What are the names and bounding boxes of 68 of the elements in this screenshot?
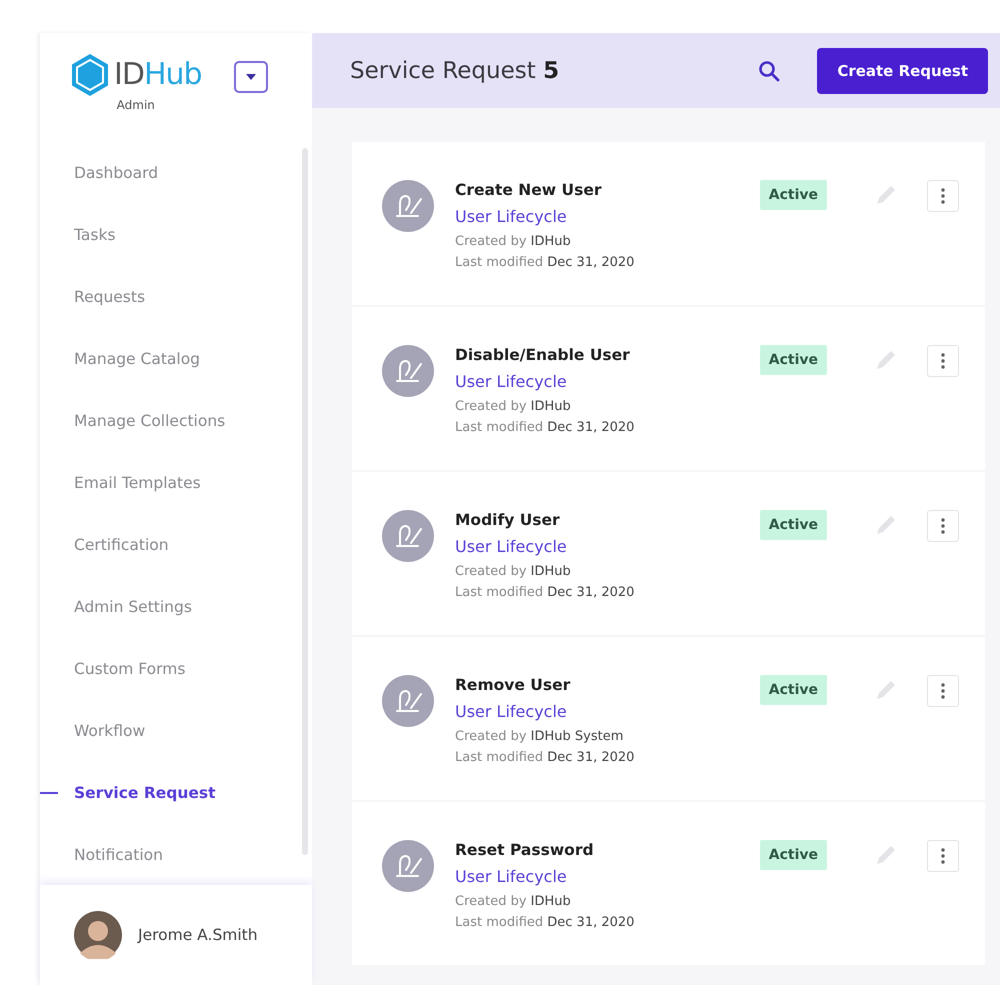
last-modified-text: Last modified Dec 31, 2020 [455,750,636,765]
logo-wordmark: IDHub [114,60,202,90]
status-badge: Active [760,180,827,210]
dropdown-button[interactable] [234,61,268,93]
sidebar-item[interactable]: Email Templates [40,452,312,514]
status-badge: Active [760,510,827,540]
sidebar-item[interactable]: Manage Collections [40,390,312,452]
page-title: Service Request 5 [350,58,560,84]
category-link[interactable]: User Lifecycle [455,537,760,556]
request-card[interactable]: Create New User User Lifecycle Created by IDHub Last modified Dec 31, 2020 Active [352,142,985,305]
sidebar-item[interactable]: Dashboard [40,142,312,204]
kebab-icon [941,353,945,369]
more-button[interactable] [927,675,959,707]
sidebar-item[interactable]: Service Request [40,762,312,824]
request-title: Disable/Enable User [455,346,631,364]
avatar-icon [74,911,122,959]
created-by-text: Created by IDHub [455,894,572,909]
sidebar-item[interactable]: Workflow [40,700,312,762]
request-card[interactable]: Modify User User Lifecycle Created by IDHub Last modified Dec 31, 2020 Active [352,472,985,635]
kebab-icon [941,518,945,534]
scrollbar[interactable] [302,148,308,855]
created-by-text: Created by IDHub [455,399,572,414]
status-badge: Active [760,345,827,375]
more-button[interactable] [927,180,959,212]
last-modified-text: Last modified Dec 31, 2020 [455,255,636,270]
request-title: Reset Password [455,841,595,859]
created-by-text: Created by IDHub [455,234,572,249]
category-link[interactable]: User Lifecycle [455,702,760,721]
request-card[interactable]: Disable/Enable User User Lifecycle Created by IDHub Last modified Dec 31, 2020 Active [352,307,985,470]
search-icon[interactable] [757,58,782,82]
sidebar-item[interactable]: Admin Settings [40,576,312,638]
user-sign-icon [382,840,434,892]
sidebar-item[interactable]: Custom Forms [40,638,312,700]
last-modified-text: Last modified Dec 31, 2020 [455,585,636,600]
sidebar-item[interactable]: Tasks [40,204,312,266]
more-button[interactable] [927,345,959,377]
created-by-text: Created by IDHub System [455,729,624,744]
request-card[interactable]: Reset Password User Lifecycle Created by IDHub Last modified Dec 31, 2020 Active [352,802,985,965]
last-modified-text: Last modified Dec 31, 2020 [455,915,636,930]
status-badge: Active [760,675,827,705]
request-title: Modify User [455,511,561,529]
kebab-icon [941,683,945,699]
create-request-button[interactable]: Create Request [817,48,988,94]
category-link[interactable]: User Lifecycle [455,867,760,886]
request-title: Remove User [455,676,572,694]
last-modified-text: Last modified Dec 31, 2020 [455,420,636,435]
hexagon-logo-icon [70,53,110,97]
user-sign-icon [382,675,434,727]
user-sign-icon [382,510,434,562]
caret-icon [246,74,256,80]
status-badge: Active [760,840,827,870]
request-title: Create New User [455,181,602,199]
role-label: Admin [116,98,155,112]
category-link[interactable]: User Lifecycle [455,372,760,391]
sidebar-item[interactable]: Manage Catalog [40,328,312,390]
kebab-icon [941,848,945,864]
user-name: Jerome A.Smith [138,926,258,944]
sidebar-item[interactable]: Certification [40,514,312,576]
more-button[interactable] [927,510,959,542]
user-sign-icon [382,180,434,232]
category-link[interactable]: User Lifecycle [455,207,760,226]
created-by-text: Created by IDHub [455,564,572,579]
kebab-icon [941,188,945,204]
sidebar-item[interactable]: Notification [40,824,312,885]
request-card[interactable]: Remove User User Lifecycle Created by IDHub System Last modified Dec 31, 2020 Active [352,637,985,800]
sidebar-item[interactable]: Requests [40,266,312,328]
more-button[interactable] [927,840,959,872]
user-sign-icon [382,345,434,397]
